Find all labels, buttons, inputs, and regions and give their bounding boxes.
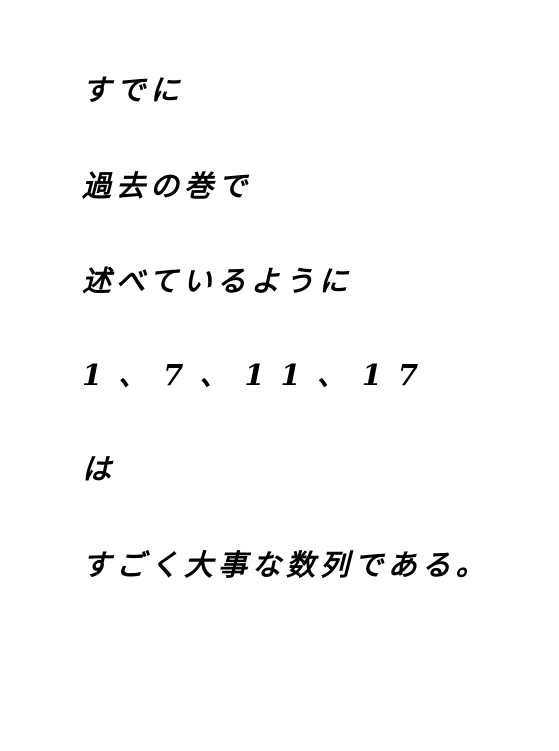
- text-line-4-number-sequence: 1、7、11、17: [82, 358, 435, 392]
- text-line-3: 述べているように: [82, 264, 353, 298]
- text-line-2: 過去の巻で: [82, 169, 253, 203]
- text-line-5: は: [82, 452, 117, 486]
- text-line-1: すでに: [82, 73, 185, 107]
- text-line-6: すごく大事な数列である。: [82, 548, 490, 582]
- document-page: すでに 過去の巻で 述べているように 1、7、11、17 は すごく大事な数列で…: [0, 0, 559, 751]
